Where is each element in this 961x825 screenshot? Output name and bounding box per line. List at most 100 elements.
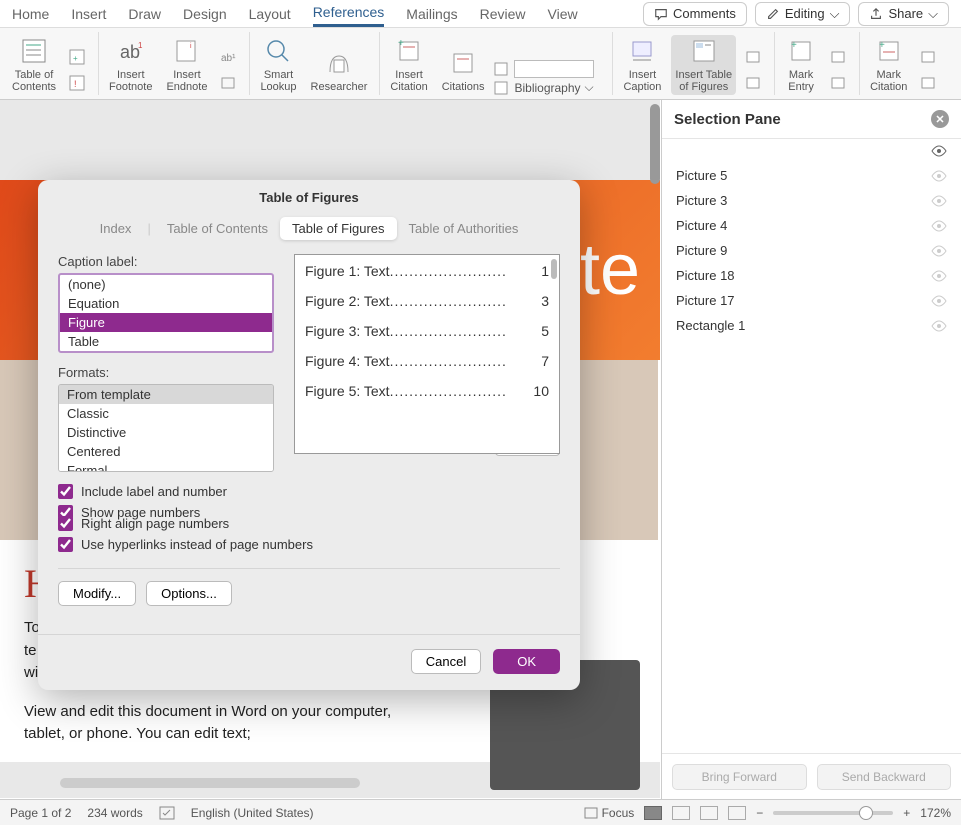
zoom-level[interactable]: 172% (920, 806, 951, 820)
preview-line: Figure 3: Text ........................5 (305, 323, 549, 339)
selection-item[interactable]: Rectangle 1 (662, 313, 961, 338)
options-button[interactable]: Options... (146, 581, 232, 606)
comments-button[interactable]: Comments (643, 2, 747, 26)
formats-listbox[interactable]: From template Classic Distinctive Center… (58, 384, 274, 472)
spellcheck-icon[interactable] (159, 806, 175, 820)
document-para-2[interactable]: View and edit this document in Word on y… (24, 701, 436, 746)
update-toa-button[interactable] (917, 71, 941, 95)
selection-item[interactable]: Picture 5 (662, 163, 961, 188)
horizontal-scrollbar[interactable] (60, 778, 360, 788)
dialog-tab-toc[interactable]: Table of Contents (155, 217, 280, 240)
bring-forward-button[interactable]: Bring Forward (672, 764, 807, 790)
language-indicator[interactable]: English (United States) (191, 806, 314, 820)
caption-label-listbox[interactable]: (none) Equation Figure Table (58, 273, 274, 353)
insert-endnote-button[interactable]: i Insert Endnote (162, 35, 211, 95)
update-tof-button[interactable] (742, 45, 766, 69)
selection-item[interactable]: Picture 18 (662, 263, 961, 288)
update-table-button[interactable]: ! (66, 71, 90, 95)
selection-item[interactable]: Picture 9 (662, 238, 961, 263)
close-icon[interactable]: ✕ (931, 110, 949, 128)
caption-label-label: Caption label: (58, 254, 274, 269)
caption-option-none[interactable]: (none) (60, 275, 272, 294)
visibility-toggle-icon[interactable] (931, 270, 947, 282)
format-option-centered[interactable]: Centered (59, 442, 273, 461)
tab-insert[interactable]: Insert (71, 2, 106, 26)
visibility-toggle-icon[interactable] (931, 195, 947, 207)
vertical-scrollbar[interactable] (650, 104, 660, 184)
page-indicator[interactable]: Page 1 of 2 (10, 806, 71, 820)
caption-option-table[interactable]: Table (60, 332, 272, 351)
caption-option-figure[interactable]: Figure (60, 313, 272, 332)
visibility-toggle-icon[interactable] (931, 220, 947, 232)
tab-draw[interactable]: Draw (128, 2, 161, 26)
tab-design[interactable]: Design (183, 2, 227, 26)
visibility-toggle-icon[interactable] (931, 295, 947, 307)
draft-view-button[interactable] (728, 806, 746, 820)
selection-item[interactable]: Picture 3 (662, 188, 961, 213)
dialog-tab-tof[interactable]: Table of Figures (280, 217, 397, 240)
tab-view[interactable]: View (548, 2, 578, 26)
table-of-contents-button[interactable]: Table of Contents (8, 35, 60, 95)
cancel-button[interactable]: Cancel (411, 649, 481, 674)
preview-scrollbar[interactable] (551, 259, 557, 279)
zoom-in-button[interactable]: + (903, 806, 910, 820)
insert-citation-icon: + (395, 37, 423, 65)
web-layout-view-button[interactable] (672, 806, 690, 820)
insert-citation-button[interactable]: + Insert Citation (386, 35, 431, 95)
include-label-checkbox[interactable]: Include label and number (58, 484, 560, 499)
print-layout-view-button[interactable] (644, 806, 662, 820)
cross-reference-button[interactable] (742, 71, 766, 95)
show-all-icon[interactable] (931, 145, 947, 157)
caption-option-equation[interactable]: Equation (60, 294, 272, 313)
right-align-checkbox[interactable]: Right align page numbers (58, 516, 560, 531)
mark-citation-button[interactable]: + Mark Citation (866, 35, 911, 95)
format-option-formal[interactable]: Formal (59, 461, 273, 472)
preview-box: Figure 1: Text ........................1… (294, 254, 560, 454)
selection-item[interactable]: Picture 17 (662, 288, 961, 313)
smart-lookup-button[interactable]: Smart Lookup (256, 35, 300, 95)
style-selector[interactable] (494, 60, 604, 78)
tab-home[interactable]: Home (12, 2, 49, 26)
share-button[interactable]: Share ⌵ (858, 2, 949, 26)
bibliography-button[interactable]: Bibliography ⌵ (494, 80, 604, 95)
insert-index-button[interactable] (827, 45, 851, 69)
insert-caption-button[interactable]: Insert Caption (619, 35, 665, 95)
format-option-distinctive[interactable]: Distinctive (59, 423, 273, 442)
tab-references[interactable]: References (313, 0, 385, 27)
visibility-toggle-icon[interactable] (931, 170, 947, 182)
focus-mode-button[interactable]: Focus (584, 806, 635, 820)
visibility-toggle-icon[interactable] (931, 320, 947, 332)
dialog-tab-index[interactable]: Index (88, 217, 144, 240)
outline-view-button[interactable] (700, 806, 718, 820)
zoom-out-button[interactable]: − (756, 806, 763, 820)
tab-mailings[interactable]: Mailings (406, 2, 457, 26)
insert-toa-button[interactable] (917, 45, 941, 69)
tab-layout[interactable]: Layout (249, 2, 291, 26)
tab-review[interactable]: Review (480, 2, 526, 26)
ok-button[interactable]: OK (493, 649, 560, 674)
endnote-icon: i (173, 37, 201, 65)
word-count[interactable]: 234 words (87, 806, 142, 820)
show-notes-button[interactable] (217, 71, 241, 95)
format-option-classic[interactable]: Classic (59, 404, 273, 423)
mark-citation-icon: + (875, 37, 903, 65)
update-index-button[interactable] (827, 71, 851, 95)
add-text-button[interactable]: + (66, 45, 90, 69)
editing-button[interactable]: Editing ⌵ (755, 2, 851, 26)
send-backward-button[interactable]: Send Backward (817, 764, 952, 790)
dialog-tab-toa[interactable]: Table of Authorities (397, 217, 531, 240)
insert-table-of-figures-button[interactable]: Insert Table of Figures (671, 35, 736, 95)
mark-entry-icon: + (787, 37, 815, 65)
tof-icon (690, 37, 718, 65)
next-footnote-button[interactable]: ab¹ (217, 45, 241, 69)
modify-button[interactable]: Modify... (58, 581, 136, 606)
visibility-toggle-icon[interactable] (931, 245, 947, 257)
insert-footnote-button[interactable]: ab1 Insert Footnote (105, 35, 156, 95)
zoom-slider[interactable] (773, 811, 893, 815)
citations-button[interactable]: Citations (438, 47, 489, 95)
selection-item[interactable]: Picture 4 (662, 213, 961, 238)
mark-entry-button[interactable]: + Mark Entry (781, 35, 821, 95)
use-hyperlinks-checkbox[interactable]: Use hyperlinks instead of page numbers (58, 537, 560, 552)
researcher-button[interactable]: Researcher (307, 47, 372, 95)
format-option-template[interactable]: From template (59, 385, 273, 404)
